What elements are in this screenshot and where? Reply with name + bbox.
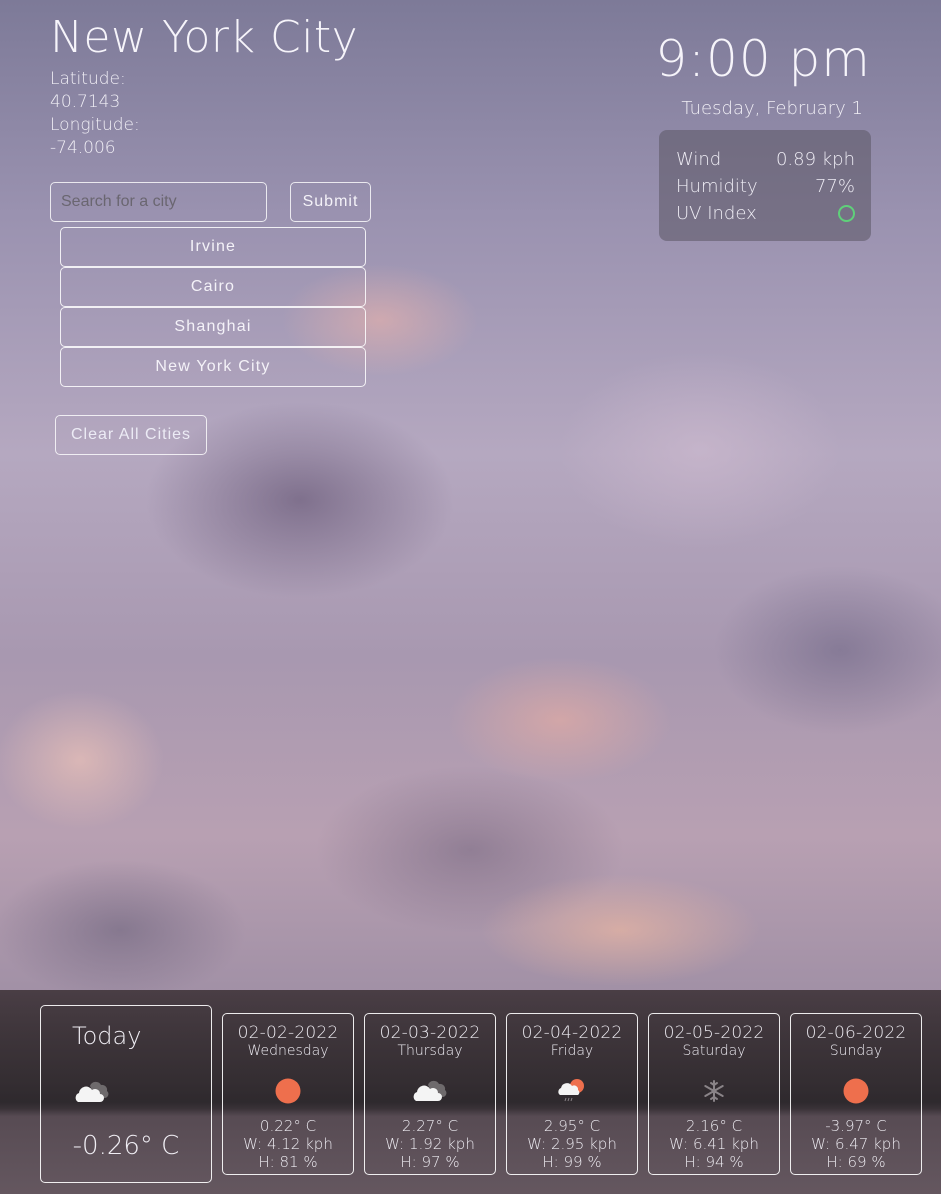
forecast-humidity: H: 99 % <box>542 1153 602 1171</box>
forecast-date: 02-06-2022 <box>805 1023 907 1043</box>
forecast-temperature: 2.16° C <box>685 1117 743 1135</box>
forecast-date: 02-02-2022 <box>237 1023 339 1043</box>
forecast-weekday: Sunday <box>829 1043 883 1059</box>
forecast-day-card: 02-04-2022 Friday 2.95° C W: 2.95 kph H:… <box>506 1013 638 1175</box>
forecast-weekday: Wednesday <box>247 1043 329 1059</box>
uv-row: UV Index 0 <box>676 200 855 227</box>
humidity-value: 77% <box>814 176 855 197</box>
coordinates: Latitude: 40.7143 Longitude: -74.006 <box>50 68 140 160</box>
city-search-input[interactable] <box>50 182 267 222</box>
today-card: Today -0.26° C <box>40 1005 212 1183</box>
forecast-temperature: -3.97° C <box>825 1117 887 1135</box>
forecast-wind: W: 1.92 kph <box>385 1135 475 1153</box>
current-date: Tuesday, February 1 <box>681 98 863 119</box>
forecast-date: 02-04-2022 <box>521 1023 623 1043</box>
current-time: 9:00 pm <box>655 30 871 88</box>
forecast-date: 02-03-2022 <box>379 1023 481 1043</box>
humidity-label: Humidity <box>676 176 758 197</box>
sun-rain-icon <box>507 1073 637 1109</box>
forecast-temperature: 2.27° C <box>401 1117 459 1135</box>
cloudy-icon <box>74 1080 110 1108</box>
cloudy-icon <box>365 1073 495 1109</box>
wind-row: Wind 0.89 kph <box>676 146 855 173</box>
clear-all-cities-button[interactable]: Clear All Cities <box>55 415 207 455</box>
uv-label: UV Index <box>676 203 757 224</box>
forecast-temperature: 2.95° C <box>543 1117 601 1135</box>
today-label: Today <box>72 1022 142 1050</box>
submit-button[interactable]: Submit <box>290 182 371 222</box>
forecast-humidity: H: 81 % <box>258 1153 318 1171</box>
forecast-weekday: Thursday <box>397 1043 463 1059</box>
forecast-weekday: Friday <box>550 1043 594 1059</box>
forecast-day-card: 02-05-2022 Saturday 2.16° C W: 6.41 kph … <box>648 1013 780 1175</box>
sun-icon <box>791 1073 921 1109</box>
today-temperature: -0.26° C <box>72 1131 180 1161</box>
forecast-humidity: H: 94 % <box>684 1153 744 1171</box>
forecast-day-card: 02-06-2022 Sunday -3.97° C W: 6.47 kph H… <box>790 1013 922 1175</box>
wind-value: 0.89 kph <box>775 149 855 170</box>
history-city-button[interactable]: Cairo <box>60 267 366 307</box>
longitude-value: -74.006 <box>50 138 116 158</box>
longitude-label: Longitude: <box>50 115 140 135</box>
humidity-row: Humidity 77% <box>676 173 855 200</box>
current-conditions-card: Wind 0.89 kph Humidity 77% UV Index 0 <box>659 130 871 241</box>
search-history-list: Irvine Cairo Shanghai New York City <box>60 227 366 387</box>
city-name: New York City <box>50 12 359 63</box>
uv-index-badge: 0 <box>838 205 855 222</box>
forecast-temperature: 0.22° C <box>259 1117 317 1135</box>
history-city-button[interactable]: Irvine <box>60 227 366 267</box>
sun-icon <box>223 1073 353 1109</box>
forecast-weekday: Saturday <box>682 1043 746 1059</box>
forecast-wind: W: 2.95 kph <box>527 1135 617 1153</box>
forecast-humidity: H: 69 % <box>826 1153 886 1171</box>
forecast-wind: W: 6.41 kph <box>669 1135 759 1153</box>
forecast-day-card: 02-02-2022 Wednesday 0.22° C W: 4.12 kph… <box>222 1013 354 1175</box>
snowflake-icon <box>649 1073 779 1109</box>
latitude-label: Latitude: <box>50 69 126 89</box>
forecast-humidity: H: 97 % <box>400 1153 460 1171</box>
forecast-day-card: 02-03-2022 Thursday 2.27° C W: 1.92 kph … <box>364 1013 496 1175</box>
history-city-button[interactable]: Shanghai <box>60 307 366 347</box>
forecast-wind: W: 4.12 kph <box>243 1135 333 1153</box>
latitude-value: 40.7143 <box>50 92 121 112</box>
forecast-wind: W: 6.47 kph <box>811 1135 901 1153</box>
wind-label: Wind <box>676 149 722 170</box>
history-city-button[interactable]: New York City <box>60 347 366 387</box>
forecast-date: 02-05-2022 <box>663 1023 765 1043</box>
